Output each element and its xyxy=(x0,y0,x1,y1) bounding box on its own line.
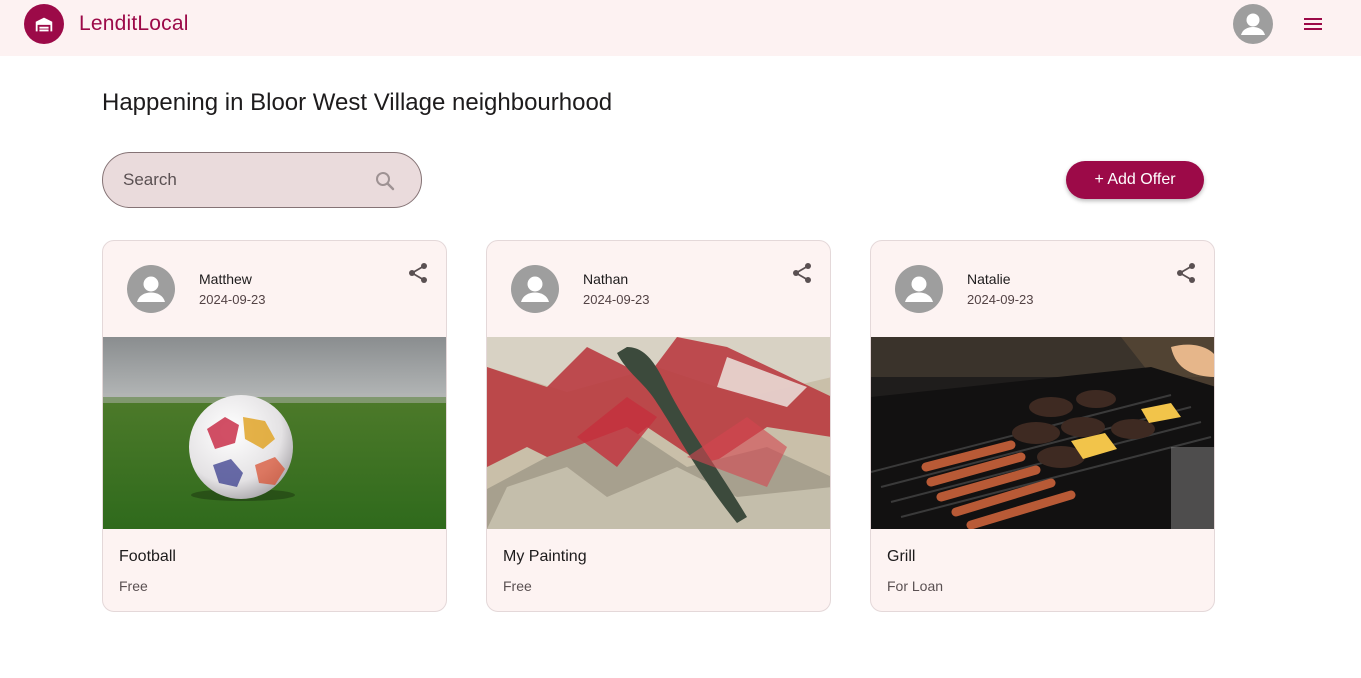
share-icon[interactable] xyxy=(1174,261,1198,285)
top-app-bar: LenditLocal xyxy=(0,0,1361,56)
card-status: For Loan xyxy=(887,578,944,594)
page-title: Happening in Bloor West Village neighbou… xyxy=(102,89,613,116)
card-image-football[interactable] xyxy=(103,337,446,529)
card-author: Natalie xyxy=(967,271,1011,287)
search-input[interactable] xyxy=(123,153,363,207)
card-author: Matthew xyxy=(199,271,252,287)
card-title: My Painting xyxy=(503,548,587,565)
author-avatar-icon xyxy=(895,265,943,313)
share-icon[interactable] xyxy=(406,261,430,285)
app-name[interactable]: LenditLocal xyxy=(79,12,189,36)
author-avatar-icon xyxy=(511,265,559,313)
share-icon[interactable] xyxy=(790,261,814,285)
logo-icon[interactable] xyxy=(24,4,64,44)
card-status: Free xyxy=(503,578,532,594)
card-date: 2024-09-23 xyxy=(199,292,266,307)
user-avatar-icon[interactable] xyxy=(1233,4,1273,44)
search-icon[interactable] xyxy=(373,169,397,193)
menu-icon[interactable] xyxy=(1297,8,1329,40)
card-title: Grill xyxy=(887,548,916,565)
search-bar[interactable] xyxy=(102,152,422,208)
card-date: 2024-09-23 xyxy=(967,292,1034,307)
card-image-painting[interactable] xyxy=(487,337,830,529)
card-date: 2024-09-23 xyxy=(583,292,650,307)
card-author: Nathan xyxy=(583,271,629,287)
add-offer-button[interactable]: + Add Offer xyxy=(1066,161,1204,199)
offer-card[interactable]: Matthew 2024-09-23 Football Free xyxy=(102,240,447,612)
card-image-grill[interactable] xyxy=(871,337,1214,529)
card-status: Free xyxy=(119,578,148,594)
author-avatar-icon xyxy=(127,265,175,313)
card-title: Football xyxy=(119,548,176,565)
offer-card[interactable]: Nathan 2024-09-23 My Painting Free xyxy=(486,240,831,612)
offer-card[interactable]: Natalie 2024-09-23 Grill For Loan xyxy=(870,240,1215,612)
